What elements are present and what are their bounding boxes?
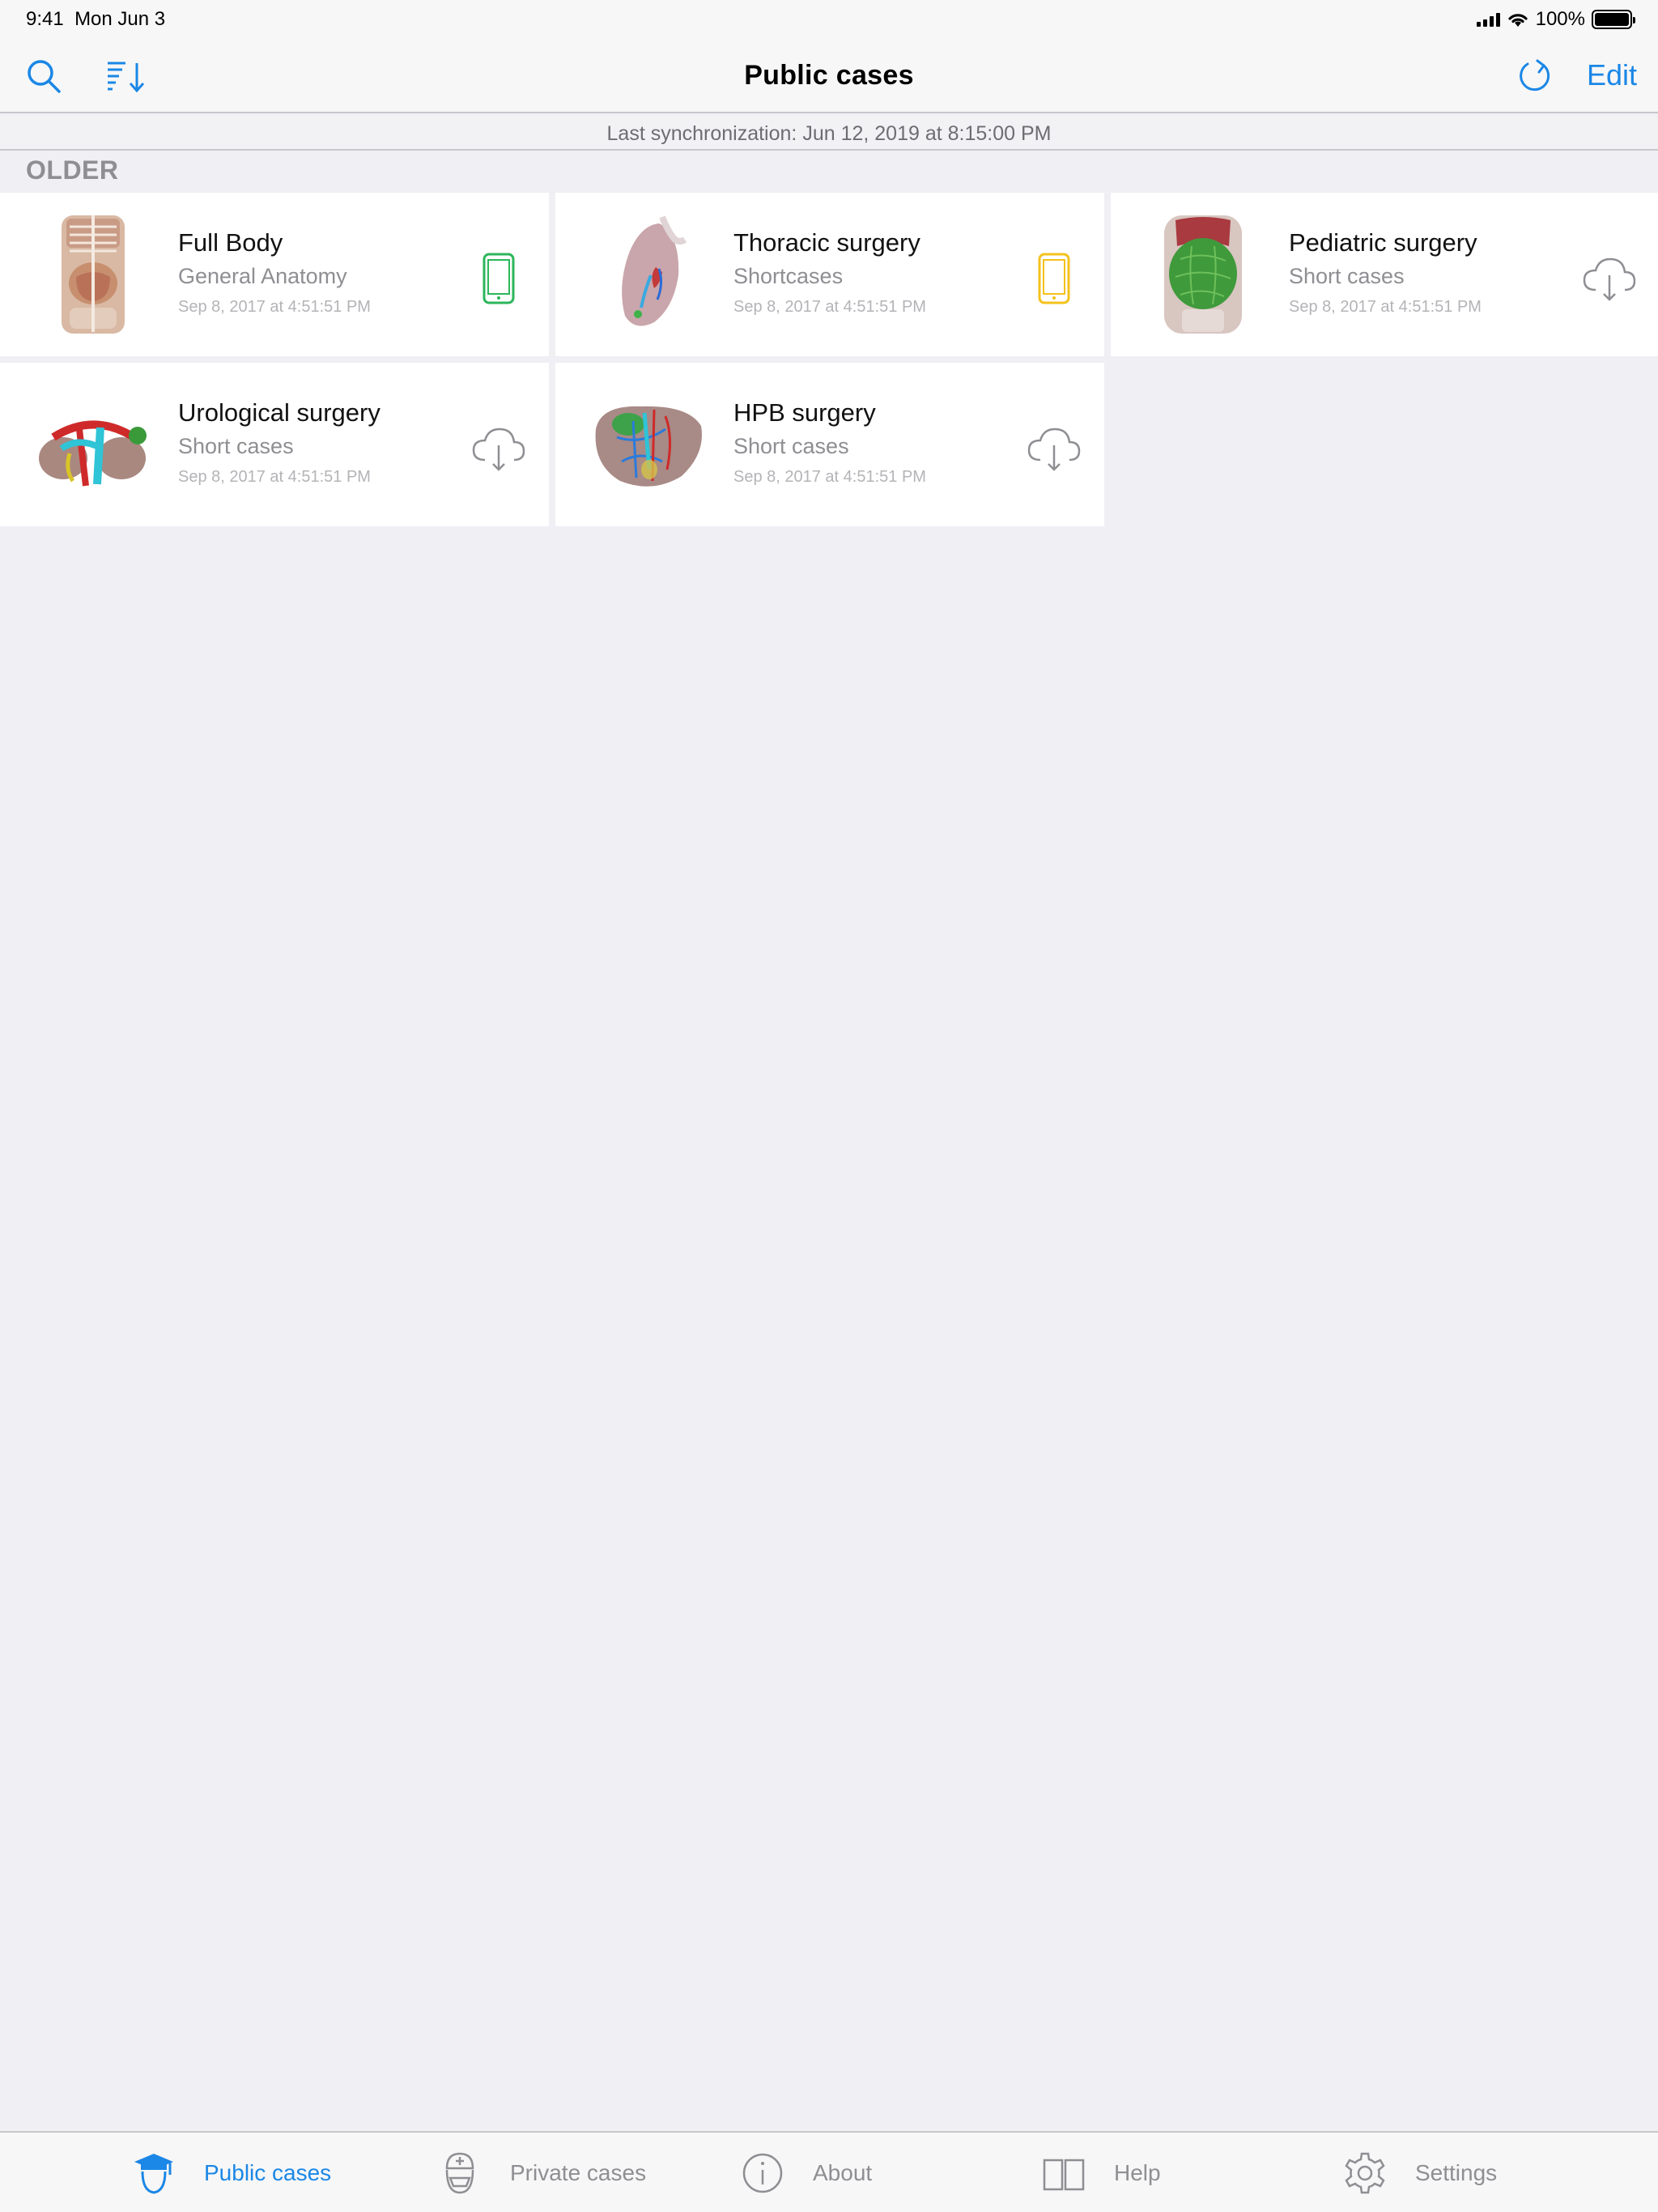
case-card-thoracic[interactable]: Thoracic surgery Shortcases Sep 8, 2017 … [555, 193, 1104, 356]
on-device-status [470, 249, 528, 308]
tab-label: Settings [1415, 2160, 1498, 2185]
sync-status: Last synchronization: Jun 12, 2019 at 8:… [0, 115, 1658, 151]
gear-icon [1341, 2149, 1389, 2197]
tab-label: Help [1114, 2160, 1161, 2185]
book-icon [1039, 2149, 1088, 2197]
cellular-signal-icon [1476, 12, 1500, 27]
case-card-full-body[interactable]: Full Body General Anatomy Sep 8, 2017 at… [0, 193, 549, 356]
cloud-download-icon [1583, 257, 1636, 301]
battery-percent: 100% [1535, 8, 1585, 30]
case-date: Sep 8, 2017 at 4:51:51 PM [178, 298, 371, 316]
case-date: Sep 8, 2017 at 4:51:51 PM [178, 468, 371, 486]
wifi-icon [1508, 14, 1528, 27]
tab-label: Public cases [204, 2160, 332, 2185]
case-subtitle: Short cases [1289, 264, 1405, 288]
tab-label: Private cases [510, 2160, 647, 2185]
status-indicators: 100% [1476, 8, 1635, 31]
case-date: Sep 8, 2017 at 4:51:51 PM [1289, 298, 1482, 316]
navigation-bar: Public cases Edit [0, 37, 1658, 113]
case-card-pediatric[interactable]: Pediatric surgery Short cases Sep 8, 201… [1111, 193, 1658, 356]
case-subtitle: Short cases [733, 434, 849, 458]
case-title: Pediatric surgery [1289, 228, 1477, 257]
case-subtitle: Shortcases [733, 264, 844, 288]
download-button[interactable] [1025, 419, 1083, 478]
case-subtitle: Short cases [178, 434, 294, 458]
refresh-icon [1520, 59, 1550, 91]
case-title: Full Body [178, 228, 283, 257]
case-title: Thoracic surgery [733, 228, 920, 257]
full-body-thumbnail [29, 211, 155, 338]
case-date: Sep 8, 2017 at 4:51:51 PM [733, 298, 926, 316]
cloud-download-icon [472, 428, 525, 471]
edit-button[interactable]: Edit [1587, 58, 1637, 92]
on-device-status [1025, 249, 1083, 308]
status-date: Mon Jun 3 [74, 8, 166, 30]
status-bar: 9:41 Mon Jun 3 100% [0, 0, 1658, 37]
tab-label: About [813, 2160, 873, 2185]
case-card-urological[interactable]: Urological surgery Short cases Sep 8, 20… [0, 363, 549, 526]
phone-icon [1038, 253, 1070, 304]
hpb-thumbnail [585, 381, 711, 508]
download-button[interactable] [1580, 249, 1639, 308]
surgeon-icon [436, 2149, 484, 2197]
tab-bar: Public cases Private cases About Help Se… [0, 2131, 1658, 2212]
tab-private-cases[interactable]: Private cases [436, 2133, 646, 2212]
thoracic-thumbnail [585, 211, 711, 338]
graduation-cap-icon [130, 2149, 178, 2197]
refresh-button[interactable] [1512, 53, 1558, 99]
status-time: 9:41 Mon Jun 3 [26, 8, 165, 31]
status-clock: 9:41 [26, 8, 64, 30]
tab-public-cases[interactable]: Public cases [130, 2133, 331, 2212]
battery-icon [1592, 10, 1635, 29]
page-title: Public cases [744, 60, 914, 91]
tab-settings[interactable]: Settings [1341, 2133, 1497, 2212]
info-icon [738, 2149, 787, 2197]
cloud-download-icon [1027, 428, 1081, 471]
download-button[interactable] [470, 419, 528, 478]
phone-icon [483, 253, 515, 304]
tab-help[interactable]: Help [1039, 2133, 1161, 2212]
case-card-hpb[interactable]: HPB surgery Short cases Sep 8, 2017 at 4… [555, 363, 1104, 526]
case-title: Urological surgery [178, 398, 380, 427]
case-date: Sep 8, 2017 at 4:51:51 PM [733, 468, 926, 486]
tab-about[interactable]: About [738, 2133, 872, 2212]
urological-thumbnail [29, 381, 155, 508]
case-subtitle: General Anatomy [178, 264, 347, 288]
section-header: OLDER [26, 155, 119, 185]
pediatric-thumbnail [1140, 211, 1266, 338]
case-title: HPB surgery [733, 398, 876, 427]
